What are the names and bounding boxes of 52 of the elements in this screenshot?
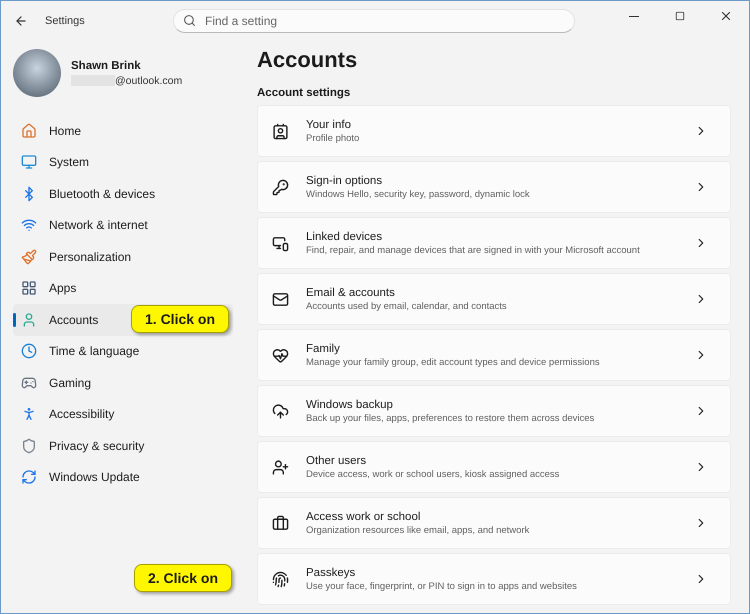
key-icon [272,178,289,196]
nav-item[interactable]: Gaming [13,367,233,398]
clock-icon [21,343,37,360]
callout: 2. Click on [134,564,232,592]
nav-item[interactable]: Accessibility [13,398,233,430]
backup-icon [272,402,289,420]
avatar [13,49,61,97]
window-title: Settings [45,15,86,27]
search-field[interactable]: Find a setting [173,9,575,33]
nav-item[interactable]: Personalization [13,241,233,272]
nav-item[interactable]: Home [13,115,233,146]
settings-card[interactable]: Other users Device access, work or school users, kiosk assigned access [257,441,731,493]
contact-icon [272,122,289,140]
maximize-icon [675,11,685,21]
nav-item[interactable]: Time & language [13,336,233,367]
user-email: @outlook.com [115,74,182,86]
heart-icon [272,346,289,364]
user-plus-icon [272,458,289,476]
user-name: Shawn Brink [71,60,142,72]
monitor-icon [21,154,37,170]
settings-card[interactable]: Linked devices Find, repair, and manage devices that are signed in with your Microsoft account [257,217,731,269]
refresh-icon [21,469,37,486]
page-title: Accounts [257,47,358,73]
gamepad-icon [21,374,37,391]
settings-card[interactable]: Family Manage your family group, edit account types and device permissions [257,329,731,381]
paintbrush-icon [21,248,37,265]
selection-indicator [13,313,16,327]
wifi-icon [21,217,37,234]
shield-icon [21,438,37,454]
settings-card[interactable]: Access work or school Organization resources like email, apps, and network [257,497,731,549]
nav-item[interactable]: Privacy & security [13,430,233,462]
callout: 1. Click on [131,305,230,333]
nav-item[interactable]: Apps [13,272,233,304]
devices-icon [272,234,289,252]
briefcase-icon [272,514,289,532]
section-heading: Account settings [257,87,352,99]
person-icon [21,312,37,328]
search-icon [183,14,196,27]
mail-icon [272,290,289,308]
nav-item[interactable]: Bluetooth & devices [13,178,233,210]
nav-item[interactable]: Accounts 1. Click on [13,304,233,336]
close-icon [719,9,733,23]
settings-card[interactable]: Windows backup Back up your files, apps, preferences to restore them across devices [257,385,731,437]
fingerprint-icon [272,570,289,588]
nav-item[interactable]: Windows Update [13,462,233,493]
apps-icon [21,280,37,296]
nav-item[interactable]: Network & internet [13,210,233,241]
settings-card[interactable]: Your info Profile photo [257,105,731,157]
home-icon [21,122,37,139]
nav-item[interactable]: System [13,146,233,178]
settings-card[interactable]: Sign-in options Windows Hello, security key, password, dynamic lock [257,161,731,213]
settings-card[interactable]: Email & accounts Accounts used by email, calendar, and contacts [257,273,731,325]
